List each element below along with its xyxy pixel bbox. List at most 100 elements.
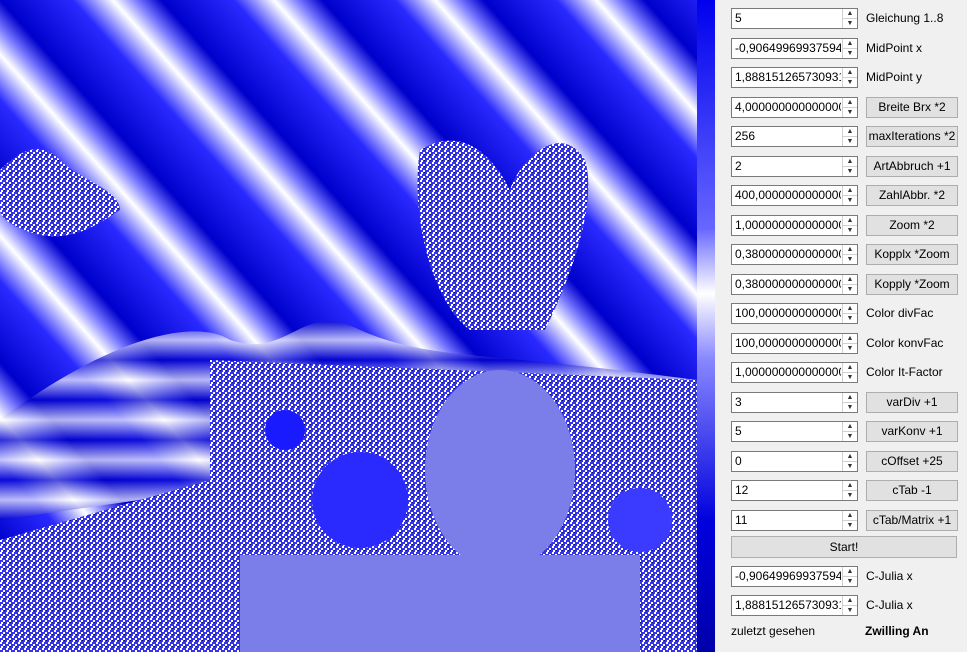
numeric-spinbox[interactable]: 0 ▲ ▼ (731, 450, 858, 472)
spinbox-arrows[interactable]: ▲ ▼ (842, 9, 857, 28)
spin-up-icon[interactable]: ▲ (843, 9, 857, 18)
param-button[interactable]: Zoom *2 (866, 214, 958, 236)
spin-down-icon[interactable]: ▼ (843, 47, 857, 58)
spin-down-icon[interactable]: ▼ (843, 195, 857, 205)
spin-up-icon[interactable]: ▲ (843, 245, 857, 254)
spinbox-arrows[interactable]: ▲ ▼ (842, 422, 857, 441)
spinbox-value[interactable]: 2 (735, 157, 841, 176)
numeric-spinbox[interactable]: 1,8881512657309312 ▲ ▼ (731, 595, 858, 616)
spin-down-icon[interactable]: ▼ (843, 576, 857, 586)
numeric-spinbox[interactable]: 4,0000000000000000 ▲ ▼ (731, 96, 858, 118)
spin-up-icon[interactable]: ▲ (843, 127, 857, 136)
spin-up-icon[interactable]: ▲ (843, 157, 857, 166)
numeric-spinbox[interactable]: 0,3800000000000000 ▲ ▼ (731, 244, 858, 265)
spinbox-value[interactable]: 0 (735, 452, 841, 471)
numeric-spinbox[interactable]: 12 ▲ ▼ (731, 480, 858, 501)
spin-down-icon[interactable]: ▼ (843, 401, 857, 412)
param-button[interactable]: ArtAbbruch +1 (866, 155, 958, 177)
spinbox-arrows[interactable]: ▲ ▼ (842, 127, 857, 146)
spinbox-value[interactable]: -0,906499699375945 (735, 39, 841, 58)
spinbox-arrows[interactable]: ▲ ▼ (842, 245, 857, 264)
spinbox-arrows[interactable]: ▲ ▼ (842, 510, 857, 530)
spin-up-icon[interactable]: ▲ (843, 304, 857, 313)
spin-up-icon[interactable]: ▲ (843, 186, 857, 195)
spin-down-icon[interactable]: ▼ (843, 106, 857, 117)
param-button[interactable]: ZahlAbbr. *2 (866, 185, 958, 206)
spin-down-icon[interactable]: ▼ (843, 18, 857, 28)
spinbox-arrows[interactable]: ▲ ▼ (842, 215, 857, 235)
spinbox-arrows[interactable]: ▲ ▼ (842, 186, 857, 205)
numeric-spinbox[interactable]: 1,8881512657309312 ▲ ▼ (731, 67, 858, 88)
spin-up-icon[interactable]: ▲ (843, 393, 857, 402)
spin-down-icon[interactable]: ▼ (843, 372, 857, 382)
spin-down-icon[interactable]: ▼ (843, 165, 857, 176)
numeric-spinbox[interactable]: 1,0000000000000000 ▲ ▼ (731, 362, 858, 383)
spin-up-icon[interactable]: ▲ (843, 68, 857, 77)
start-button[interactable]: Start! (731, 536, 957, 558)
spinbox-arrows[interactable]: ▲ ▼ (842, 596, 857, 615)
spin-down-icon[interactable]: ▼ (843, 313, 857, 323)
param-button[interactable]: varDiv +1 (866, 391, 958, 413)
numeric-spinbox[interactable]: 11 ▲ ▼ (731, 509, 858, 531)
spinbox-value[interactable]: 100,000000000000000 (735, 304, 841, 323)
param-button[interactable]: varKonv +1 (866, 421, 958, 442)
spin-down-icon[interactable]: ▼ (843, 605, 857, 615)
spin-down-icon[interactable]: ▼ (843, 283, 857, 294)
spinbox-value[interactable]: 1,8881512657309312 (735, 596, 841, 615)
spinbox-arrows[interactable]: ▲ ▼ (842, 274, 857, 294)
numeric-spinbox[interactable]: 5 ▲ ▼ (731, 421, 858, 442)
spinbox-value[interactable]: -0,906499699375945 (735, 567, 841, 586)
spin-up-icon[interactable]: ▲ (843, 452, 857, 461)
spin-down-icon[interactable]: ▼ (843, 136, 857, 146)
spinbox-arrows[interactable]: ▲ ▼ (842, 392, 857, 412)
spin-down-icon[interactable]: ▼ (843, 342, 857, 353)
spin-down-icon[interactable]: ▼ (843, 77, 857, 87)
spinbox-value[interactable]: 1,8881512657309312 (735, 68, 841, 87)
spinbox-arrows[interactable]: ▲ ▼ (842, 333, 857, 353)
spin-down-icon[interactable]: ▼ (843, 254, 857, 264)
spinbox-value[interactable]: 1,0000000000000000 (735, 216, 841, 235)
spinbox-value[interactable]: 4,0000000000000000 (735, 98, 841, 117)
param-button[interactable]: cOffset +25 (866, 450, 958, 472)
spin-down-icon[interactable]: ▼ (843, 431, 857, 441)
fractal-canvas[interactable] (0, 0, 697, 652)
spin-down-icon[interactable]: ▼ (843, 224, 857, 235)
spin-up-icon[interactable]: ▲ (843, 596, 857, 605)
spinbox-arrows[interactable]: ▲ ▼ (842, 451, 857, 471)
spinbox-arrows[interactable]: ▲ ▼ (842, 97, 857, 117)
param-button[interactable]: Kopply *Zoom (866, 273, 958, 295)
param-button[interactable]: cTab/Matrix +1 (866, 509, 958, 531)
param-button[interactable]: Kopplx *Zoom (866, 244, 958, 265)
numeric-spinbox[interactable]: 256 ▲ ▼ (731, 126, 858, 147)
numeric-spinbox[interactable]: -0,906499699375945 ▲ ▼ (731, 566, 858, 587)
numeric-spinbox[interactable]: 100,000000000000000▲▼ (731, 332, 858, 354)
spin-down-icon[interactable]: ▼ (843, 460, 857, 471)
spinbox-arrows[interactable]: ▲ ▼ (842, 567, 857, 586)
spinbox-arrows[interactable]: ▲ ▼ (842, 68, 857, 87)
numeric-spinbox[interactable]: 5 ▲ ▼ (731, 8, 858, 29)
spinbox-arrows[interactable]: ▲ ▼ (842, 363, 857, 382)
numeric-spinbox[interactable]: 3 ▲ ▼ (731, 391, 858, 413)
spinbox-arrows[interactable]: ▲ ▼ (842, 38, 857, 58)
spinbox-value[interactable]: 400,000000000000000 (735, 186, 841, 205)
param-button[interactable]: cTab -1 (866, 480, 958, 501)
spin-up-icon[interactable]: ▲ (843, 275, 857, 284)
spinbox-arrows[interactable]: ▲ ▼ (842, 156, 857, 176)
spin-up-icon[interactable]: ▲ (843, 39, 857, 48)
numeric-spinbox[interactable]: -0,906499699375945 ▲ ▼ (731, 37, 858, 59)
param-button[interactable]: Breite Brx *2 (866, 96, 958, 118)
spinbox-value[interactable]: 5 (735, 422, 841, 441)
spin-up-icon[interactable]: ▲ (843, 422, 857, 431)
spinbox-value[interactable]: 0,3800000000000000 (735, 275, 841, 294)
spinbox-value[interactable]: 11 (735, 511, 841, 530)
spin-up-icon[interactable]: ▲ (843, 511, 857, 520)
spinbox-value[interactable]: 0,3800000000000000 (735, 245, 841, 264)
spinbox-arrows[interactable]: ▲ ▼ (842, 481, 857, 500)
numeric-spinbox[interactable]: 100,000000000000000▲▼ (731, 303, 858, 324)
spin-up-icon[interactable]: ▲ (843, 567, 857, 576)
spinbox-value[interactable]: 5 (735, 9, 841, 28)
numeric-spinbox[interactable]: 400,000000000000000▲▼ (731, 185, 858, 206)
spin-down-icon[interactable]: ▼ (843, 519, 857, 530)
numeric-spinbox[interactable]: 2 ▲ ▼ (731, 155, 858, 177)
spinbox-value[interactable]: 1,0000000000000000 (735, 363, 841, 382)
